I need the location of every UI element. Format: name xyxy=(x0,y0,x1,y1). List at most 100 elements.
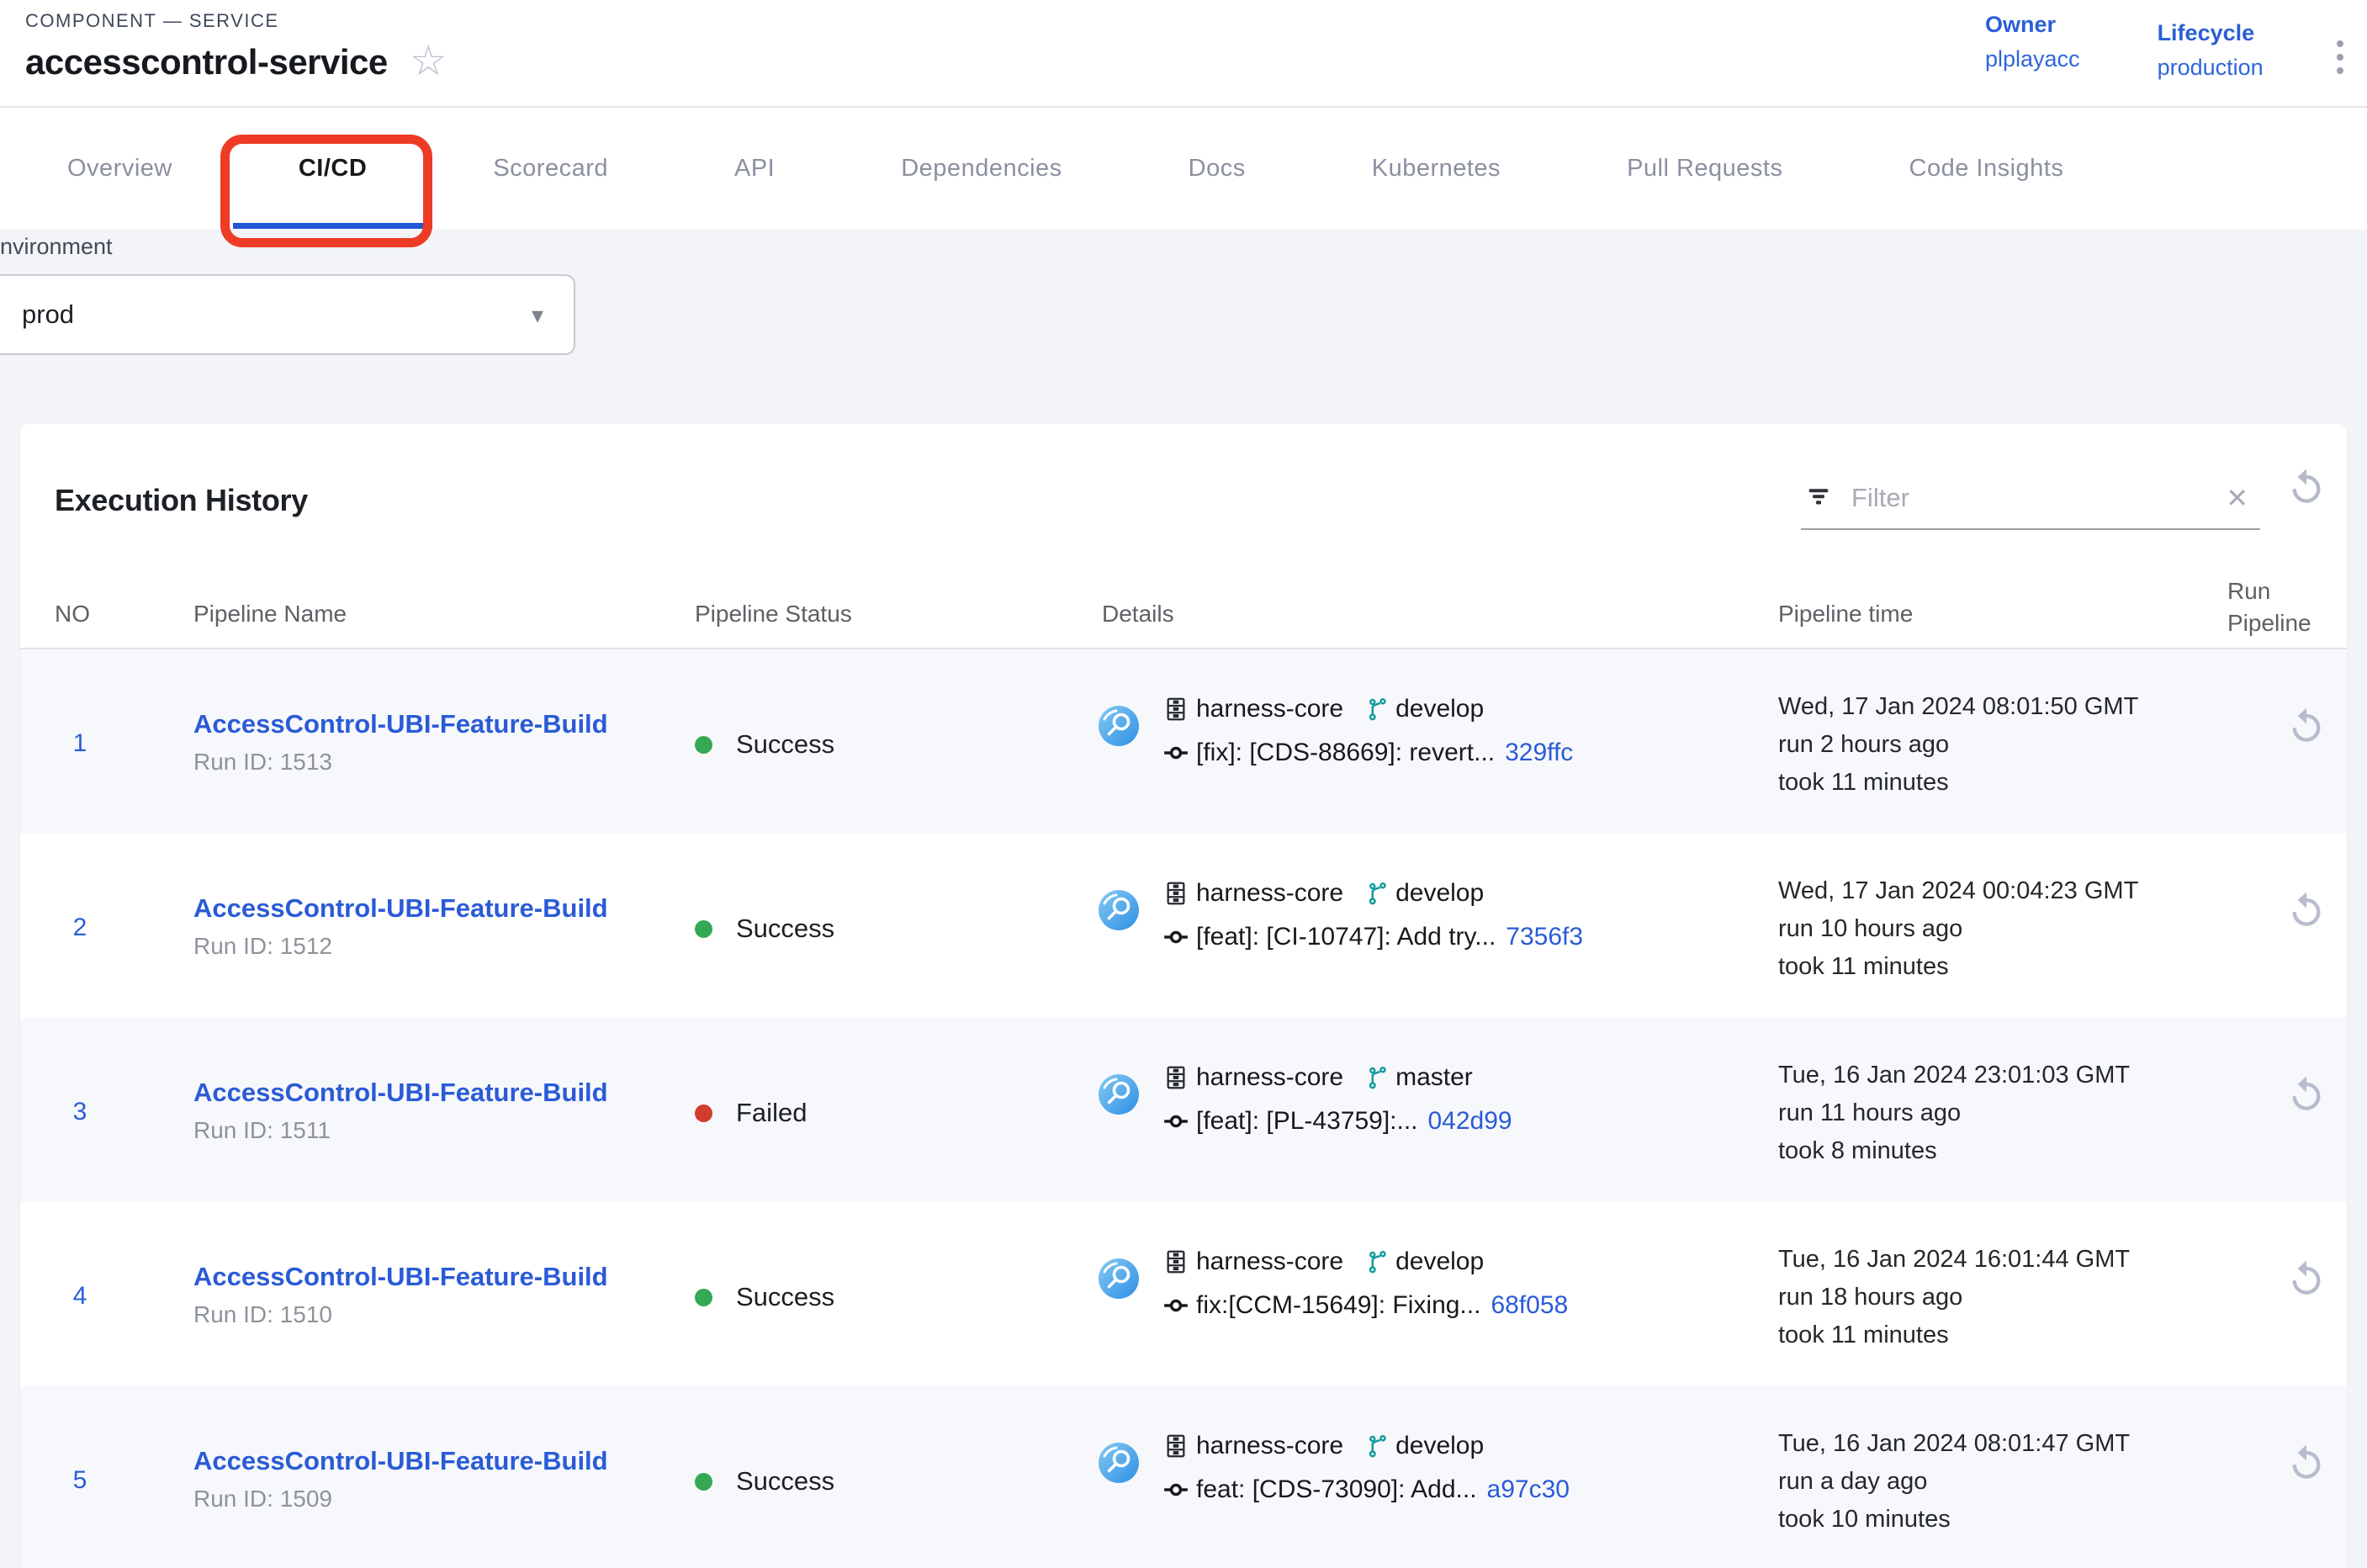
owner-label: Owner xyxy=(1985,12,2080,38)
pipeline-name-link[interactable]: AccessControl-UBI-Feature-Build xyxy=(193,893,608,924)
time-duration: took 11 minutes xyxy=(1778,764,2138,802)
entity-meta: Owner plplayacc Lifecycle production xyxy=(1985,12,2264,81)
row-number: 3 xyxy=(50,1098,109,1126)
pipeline-name-link[interactable]: AccessControl-UBI-Feature-Build xyxy=(193,1078,608,1108)
git-branch-icon xyxy=(1365,1065,1390,1090)
status-label: Success xyxy=(736,914,834,944)
breadcrumb: COMPONENT — SERVICE xyxy=(25,10,279,32)
tab-pull-requests[interactable]: Pull Requests xyxy=(1593,108,1816,229)
tab-overview[interactable]: Overview xyxy=(34,108,206,229)
execution-history-card: Execution History ✕ NO Pipeline Name Pip… xyxy=(20,424,2347,1568)
tab-scorecard[interactable]: Scorecard xyxy=(459,108,642,229)
repo-name: harness-core xyxy=(1196,1063,1343,1092)
time-duration: took 10 minutes xyxy=(1778,1501,2130,1539)
commit-hash-link[interactable]: 329ffc xyxy=(1505,739,1573,767)
favorite-star-icon[interactable]: ☆ xyxy=(410,40,447,82)
environment-dropdown[interactable]: prod ▾ xyxy=(0,274,575,355)
table-row: 3 AccessControl-UBI-Feature-Build Run ID… xyxy=(20,1018,2347,1202)
col-no: NO xyxy=(55,601,90,628)
branch-name: develop xyxy=(1395,1248,1484,1276)
repository-icon xyxy=(1162,696,1189,723)
repo-branch-line: harness-core develop xyxy=(1162,1424,1570,1468)
table-row: 1 AccessControl-UBI-Feature-Build Run ID… xyxy=(20,649,2347,834)
commit-message: [fix]: [CDS-88669]: revert... xyxy=(1196,739,1495,767)
time-relative: run a day ago xyxy=(1778,1463,2130,1501)
chevron-down-icon: ▾ xyxy=(532,301,543,329)
lifecycle-link[interactable]: production xyxy=(2158,55,2264,81)
pipeline-time-cell: Tue, 16 Jan 2024 16:01:44 GMT run 18 hou… xyxy=(1778,1241,2130,1354)
git-commit-icon xyxy=(1162,924,1189,951)
tab-api[interactable]: API xyxy=(701,108,808,229)
repository-icon xyxy=(1162,1064,1189,1091)
col-pipeline-status: Pipeline Status xyxy=(695,601,852,628)
refresh-icon[interactable] xyxy=(2281,463,2332,513)
run-pipeline-icon[interactable] xyxy=(2285,1442,2328,1486)
status-dot xyxy=(695,1289,712,1306)
commit-line: [fix]: [CDS-88669]: revert... 329ffc xyxy=(1162,731,1573,775)
environment-value: prod xyxy=(22,299,532,330)
col-pipeline-name: Pipeline Name xyxy=(193,601,347,628)
tab-bar: Overview CI/CD Scorecard API Dependencie… xyxy=(0,108,2367,229)
run-id: Run ID: 1510 xyxy=(193,1301,332,1328)
repo-name: harness-core xyxy=(1196,1248,1343,1276)
time-absolute: Wed, 17 Jan 2024 00:04:23 GMT xyxy=(1778,872,2138,910)
status-label: Success xyxy=(736,1466,834,1496)
run-pipeline-icon[interactable] xyxy=(2285,705,2328,749)
pipeline-name-link[interactable]: AccessControl-UBI-Feature-Build xyxy=(193,709,608,739)
repo-branch-line: harness-core develop xyxy=(1162,1240,1568,1284)
time-absolute: Wed, 17 Jan 2024 08:01:50 GMT xyxy=(1778,688,2138,726)
run-pipeline-icon[interactable] xyxy=(2285,1258,2328,1301)
details-cell: harness-core develop fix:[CCM-15649]: Fi… xyxy=(1099,1240,1568,1327)
details-cell: harness-core develop feat: [CDS-73090]: … xyxy=(1099,1424,1570,1512)
tab-docs[interactable]: Docs xyxy=(1155,108,1279,229)
pipeline-time-cell: Wed, 17 Jan 2024 00:04:23 GMT run 10 hou… xyxy=(1778,872,2138,986)
time-duration: took 11 minutes xyxy=(1778,948,2138,986)
git-branch-icon xyxy=(1365,697,1390,722)
tab-kubernetes[interactable]: Kubernetes xyxy=(1338,108,1534,229)
repo-branch-line: harness-core master xyxy=(1162,1056,1512,1099)
kebab-menu-icon[interactable] xyxy=(2323,30,2357,84)
repo-branch-line: harness-core develop xyxy=(1162,687,1573,731)
status-label: Success xyxy=(736,729,834,760)
details-cell: harness-core develop [fix]: [CDS-88669]:… xyxy=(1099,687,1573,775)
time-absolute: Tue, 16 Jan 2024 23:01:03 GMT xyxy=(1778,1057,2130,1094)
pipeline-status: Success xyxy=(695,1282,834,1312)
commit-hash-link[interactable]: 68f058 xyxy=(1491,1291,1568,1320)
table-row: 4 AccessControl-UBI-Feature-Build Run ID… xyxy=(20,1202,2347,1386)
clear-filter-icon[interactable]: ✕ xyxy=(2226,482,2248,514)
tab-code-insights[interactable]: Code Insights xyxy=(1876,108,2098,229)
git-branch-icon xyxy=(1365,1433,1390,1459)
commit-hash-link[interactable]: a97c30 xyxy=(1487,1475,1570,1504)
tab-ci-cd[interactable]: CI/CD xyxy=(265,108,400,229)
time-absolute: Tue, 16 Jan 2024 08:01:47 GMT xyxy=(1778,1425,2130,1463)
commit-line: feat: [CDS-73090]: Add... a97c30 xyxy=(1162,1468,1570,1512)
pipeline-name-link[interactable]: AccessControl-UBI-Feature-Build xyxy=(193,1262,608,1292)
pipeline-status: Success xyxy=(695,914,834,944)
repository-icon xyxy=(1162,1433,1189,1459)
git-commit-icon xyxy=(1162,1108,1189,1135)
run-pipeline-icon[interactable] xyxy=(2285,889,2328,933)
commit-line: fix:[CCM-15649]: Fixing... 68f058 xyxy=(1162,1284,1568,1327)
row-number: 1 xyxy=(50,729,109,758)
git-commit-icon xyxy=(1162,1476,1189,1503)
time-relative: run 2 hours ago xyxy=(1778,726,2138,764)
pipeline-time-cell: Wed, 17 Jan 2024 08:01:50 GMT run 2 hour… xyxy=(1778,688,2138,802)
commit-message: [feat]: [PL-43759]:... xyxy=(1196,1107,1418,1136)
pipeline-avatar-icon xyxy=(1099,1258,1139,1299)
git-commit-icon xyxy=(1162,1292,1189,1319)
git-branch-icon xyxy=(1365,1249,1390,1274)
owner-link[interactable]: plplayacc xyxy=(1985,46,2080,72)
status-dot xyxy=(695,1104,712,1122)
run-pipeline-icon[interactable] xyxy=(2285,1073,2328,1117)
commit-hash-link[interactable]: 042d99 xyxy=(1428,1107,1512,1136)
pipeline-name-link[interactable]: AccessControl-UBI-Feature-Build xyxy=(193,1446,608,1476)
row-number: 4 xyxy=(50,1282,109,1311)
pipeline-avatar-icon xyxy=(1099,890,1139,930)
tab-dependencies[interactable]: Dependencies xyxy=(867,108,1095,229)
repo-name: harness-core xyxy=(1196,879,1343,908)
repo-name: harness-core xyxy=(1196,695,1343,723)
col-run-pipeline: Run Pipeline xyxy=(2227,575,2311,639)
filter-input[interactable] xyxy=(1851,483,2154,513)
commit-hash-link[interactable]: 7356f3 xyxy=(1506,923,1583,951)
status-dot xyxy=(695,920,712,938)
